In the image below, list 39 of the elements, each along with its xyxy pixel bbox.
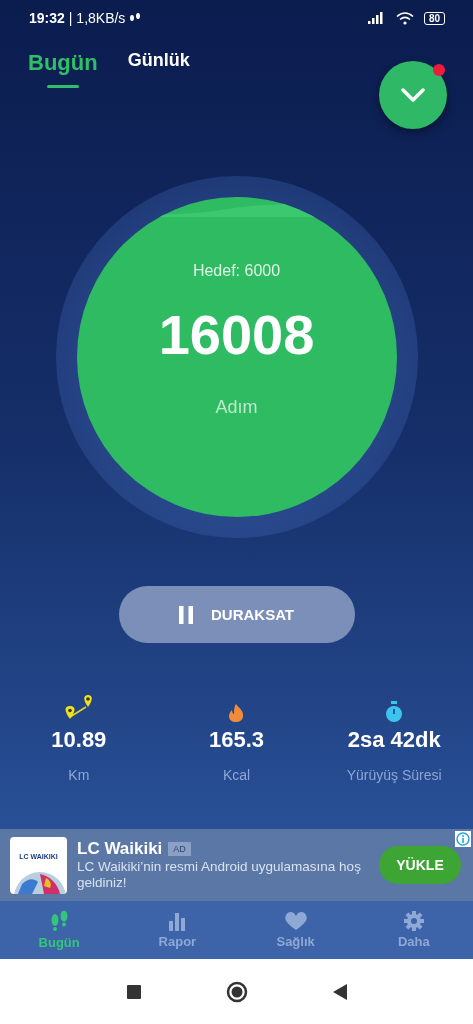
- tab[interactable]: Bugün: [28, 50, 98, 88]
- back-icon[interactable]: [332, 983, 347, 1000]
- stat-value: 165.3: [208, 727, 264, 753]
- nav-item[interactable]: Bugün: [0, 901, 119, 959]
- stat-value: 2sa 42dk: [347, 727, 441, 753]
- info-icon[interactable]: [455, 831, 471, 847]
- goal-label: Hedef: 6000: [192, 262, 281, 280]
- step-count: 16008: [158, 302, 315, 367]
- footsteps-icon: [129, 12, 142, 24]
- stat-label: Yürüyüş Süresi: [346, 767, 442, 783]
- install-button[interactable]: YÜKLE: [379, 846, 461, 884]
- heart-icon: [283, 911, 308, 931]
- step-unit: Adım: [215, 397, 258, 418]
- network-speed: | 1,8KB/s: [68, 10, 126, 26]
- recents-icon[interactable]: [126, 984, 141, 999]
- footsteps-icon: [49, 910, 70, 932]
- pause-button[interactable]: DURAKSAT: [118, 586, 355, 643]
- ad-text: LC Waikiki’nin resmi Android uygulamasına hoş geldiniz!: [77, 859, 362, 891]
- stat-value: 10.89: [51, 727, 107, 753]
- stopwatch-icon: [385, 701, 404, 723]
- ad-title: LC Waikiki: [77, 839, 163, 859]
- wifi-icon: [395, 11, 414, 25]
- chevron-down-icon: [401, 88, 425, 102]
- nav-item[interactable]: Daha: [354, 901, 473, 959]
- bar-chart-icon: [167, 911, 188, 931]
- nav-item[interactable]: Sağlık: [236, 901, 355, 959]
- flame-icon: [227, 703, 246, 723]
- pause-icon: [178, 605, 193, 624]
- tab[interactable]: Günlük: [127, 50, 190, 83]
- stat-label: Kcal: [222, 767, 251, 783]
- nav-item[interactable]: Rapor: [118, 901, 237, 959]
- ad-badge: AD: [168, 842, 191, 856]
- status-time: 19:32: [29, 10, 65, 26]
- expand-button[interactable]: [379, 61, 447, 129]
- settings-icon: [403, 911, 424, 931]
- stat-label: Km: [68, 767, 90, 783]
- home-icon[interactable]: [225, 980, 248, 1003]
- signal-icon: [367, 12, 386, 24]
- battery-indicator: 80: [423, 11, 445, 25]
